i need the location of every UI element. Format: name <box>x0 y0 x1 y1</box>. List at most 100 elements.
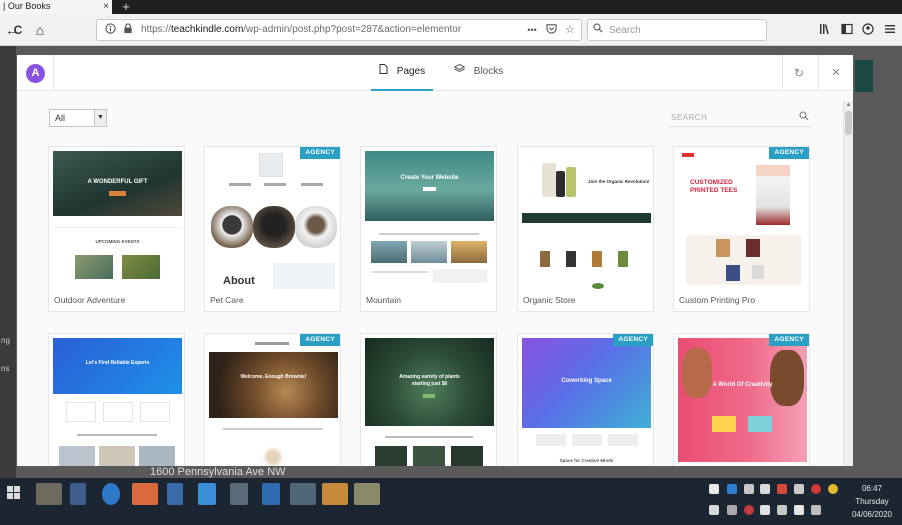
template-hero-text: A WONDERFUL GIFT <box>87 179 148 185</box>
sidebar-fragment: ns <box>1 364 10 373</box>
taskbar-app-icon[interactable] <box>167 483 183 505</box>
taskbar-app-icon[interactable] <box>262 483 280 505</box>
template-card-custom-printing-pro[interactable]: CUSTOMIZED PRINTED TEES AGENCY Custom Pr… <box>673 146 810 312</box>
browser-search-placeholder: Search <box>609 25 641 36</box>
taskbar-app-icon[interactable] <box>70 483 86 505</box>
tray-icon[interactable] <box>777 484 787 494</box>
tray-icon[interactable] <box>727 505 737 515</box>
template-card-mountain[interactable]: Create Your Website Mountain <box>360 146 497 312</box>
page-actions-icon[interactable]: ••• <box>523 23 541 37</box>
reload-icon[interactable]: C <box>10 22 26 38</box>
template-card-outdoor-adventure[interactable]: A WONDERFUL GIFT UPCOMING EVENTS Outdoor… <box>48 146 185 312</box>
wp-admin-sidebar: ng ns <box>0 46 16 478</box>
template-thumbnail: Coworking Space Space for Creative Minds <box>522 338 651 466</box>
sidebar-icon[interactable] <box>839 22 855 38</box>
tab-close-icon[interactable]: × <box>100 0 112 14</box>
header-divider <box>53 55 54 91</box>
chevron-down-icon[interactable]: ▼ <box>94 110 106 126</box>
template-thumbnail: About <box>209 151 338 289</box>
template-hero-text: A World Of Creativity <box>712 382 773 388</box>
tray-icon[interactable] <box>794 484 804 494</box>
bookmark-star-icon[interactable]: ☆ <box>563 23 577 37</box>
template-card-restaurant[interactable]: Welcome, Enough Brownie! AGENCY <box>204 333 341 466</box>
scrollbar-thumb[interactable] <box>845 111 852 135</box>
search-icon <box>799 111 809 124</box>
taskbar-app-icon[interactable] <box>354 483 380 505</box>
firefox-icon[interactable] <box>132 483 158 505</box>
close-icon[interactable]: ✕ <box>827 64 845 82</box>
publish-button-fragment <box>855 60 873 92</box>
template-card-plant-shop[interactable]: Amazing variety of plants starting just … <box>360 333 497 466</box>
lock-icon <box>121 23 135 37</box>
refresh-icon[interactable]: ↻ <box>790 64 808 82</box>
tab-blocks-label: Blocks <box>473 66 504 77</box>
tab-pages[interactable]: Pages <box>371 55 434 91</box>
library-icon[interactable] <box>817 22 833 38</box>
account-icon[interactable] <box>860 22 876 38</box>
notification-icon[interactable] <box>811 505 821 515</box>
home-icon[interactable]: ⌂ <box>32 22 48 38</box>
tray-icon[interactable] <box>828 484 838 494</box>
template-card-experts[interactable]: Let's Find Reliable Experts <box>48 333 185 466</box>
backdrop-address-text: 1600 Pennsylvania Ave NW <box>150 466 286 478</box>
template-card-organic-store[interactable]: Join the Organic Revolution! Organic Sto… <box>517 146 654 312</box>
taskbar-app-icon[interactable] <box>322 483 348 505</box>
template-card-pet-care[interactable]: About AGENCY Pet Care <box>204 146 341 312</box>
onedrive-icon[interactable] <box>198 483 216 505</box>
template-name: Outdoor Adventure <box>54 295 126 305</box>
template-thumbnail: Join the Organic Revolution! <box>522 151 651 289</box>
template-grid-scrollbar[interactable]: ▲ <box>843 101 853 466</box>
template-hero-text: Create Your Website <box>400 175 459 181</box>
browser-tab[interactable]: | Our Books × <box>0 0 112 14</box>
new-tab-button[interactable]: + <box>118 0 134 14</box>
ie-icon[interactable] <box>102 483 120 505</box>
tray-icon[interactable] <box>709 484 719 494</box>
template-search-input[interactable]: SEARCH <box>669 109 811 127</box>
template-thumbnail: Create Your Website <box>365 151 494 289</box>
tray-icon[interactable] <box>744 484 754 494</box>
tray-icon[interactable] <box>727 484 737 494</box>
taskbar-app-icon[interactable] <box>36 483 62 505</box>
template-card-kids-creativity[interactable]: A World Of Creativity AGENCY <box>673 333 810 466</box>
volume-icon[interactable] <box>794 505 804 515</box>
scroll-up-icon[interactable]: ▲ <box>844 101 853 110</box>
address-bar[interactable]: https://teachkindle.com/wp-admin/post.ph… <box>96 19 582 41</box>
template-search-placeholder: SEARCH <box>671 113 708 122</box>
template-thumbnail: Let's Find Reliable Experts <box>53 338 182 466</box>
template-hero-text: CUSTOMIZED PRINTED TEES <box>690 179 738 194</box>
tray-icon[interactable] <box>760 505 770 515</box>
template-sub-text: UPCOMING EVENTS <box>95 239 140 244</box>
template-hero-text: Coworking Space <box>561 378 612 384</box>
browser-search-field[interactable]: Search <box>587 19 767 41</box>
tray-icon[interactable] <box>744 505 754 515</box>
taskbar-app-icon[interactable] <box>230 483 248 505</box>
template-thumbnail: Amazing variety of plants starting just … <box>365 338 494 466</box>
network-icon[interactable] <box>777 505 787 515</box>
modal-header: A Pages Blocks ↻ ✕ <box>17 55 853 91</box>
template-name: Organic Store <box>523 295 576 305</box>
taskbar-clock[interactable]: 06:47 Thursday 04/06/2020 <box>848 482 896 521</box>
windows-start-icon[interactable] <box>7 486 23 500</box>
template-hero-text: Amazing variety of plants starting just … <box>399 374 460 387</box>
clock-day: Thursday <box>855 497 889 506</box>
tab-blocks[interactable]: Blocks <box>446 55 511 91</box>
tab-pages-label: Pages <box>396 66 426 77</box>
tray-icon[interactable] <box>709 505 719 515</box>
search-icon <box>593 23 603 36</box>
template-grid-area: All ▼ SEARCH A WONDERFUL GIFT UPCOMING E… <box>17 92 853 466</box>
header-divider <box>818 55 819 91</box>
menu-icon[interactable] <box>882 22 898 38</box>
page-icon <box>379 64 391 77</box>
site-info-icon[interactable] <box>103 23 117 37</box>
layers-icon <box>453 63 468 77</box>
tray-icon[interactable] <box>811 484 821 494</box>
category-filter-select[interactable]: All ▼ <box>49 109 107 127</box>
clock-date: 04/06/2020 <box>851 510 893 519</box>
cloud-icon[interactable] <box>760 484 770 494</box>
url-text[interactable]: https://teachkindle.com/wp-admin/post.ph… <box>141 24 461 35</box>
template-card-coworking-space[interactable]: Coworking Space Space for Creative Minds… <box>517 333 654 466</box>
template-thumbnail: A WONDERFUL GIFT UPCOMING EVENTS <box>53 151 182 289</box>
taskbar-app-icon[interactable] <box>290 483 316 505</box>
pocket-icon[interactable] <box>544 23 558 37</box>
header-divider <box>782 55 783 91</box>
